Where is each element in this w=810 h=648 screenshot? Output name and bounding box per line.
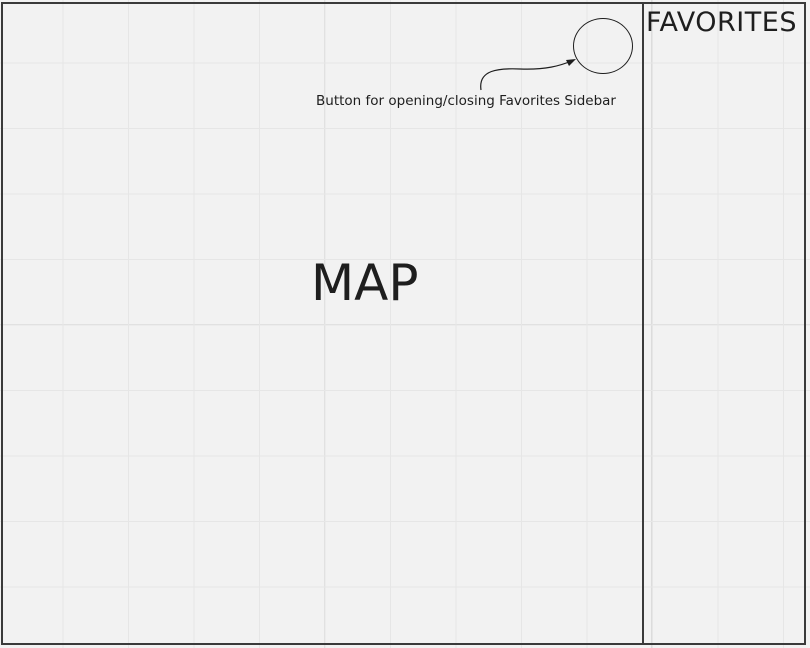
wireframe-canvas: MAP FAVORITES Button for opening/closing… (0, 0, 810, 648)
map-label: MAP (311, 254, 419, 312)
favorites-title: FAVORITES (646, 7, 797, 38)
favorites-sidebar: FAVORITES (642, 2, 806, 645)
toggle-button-annotation: Button for opening/closing Favorites Sid… (316, 93, 616, 109)
toggle-sidebar-button[interactable] (573, 18, 633, 74)
